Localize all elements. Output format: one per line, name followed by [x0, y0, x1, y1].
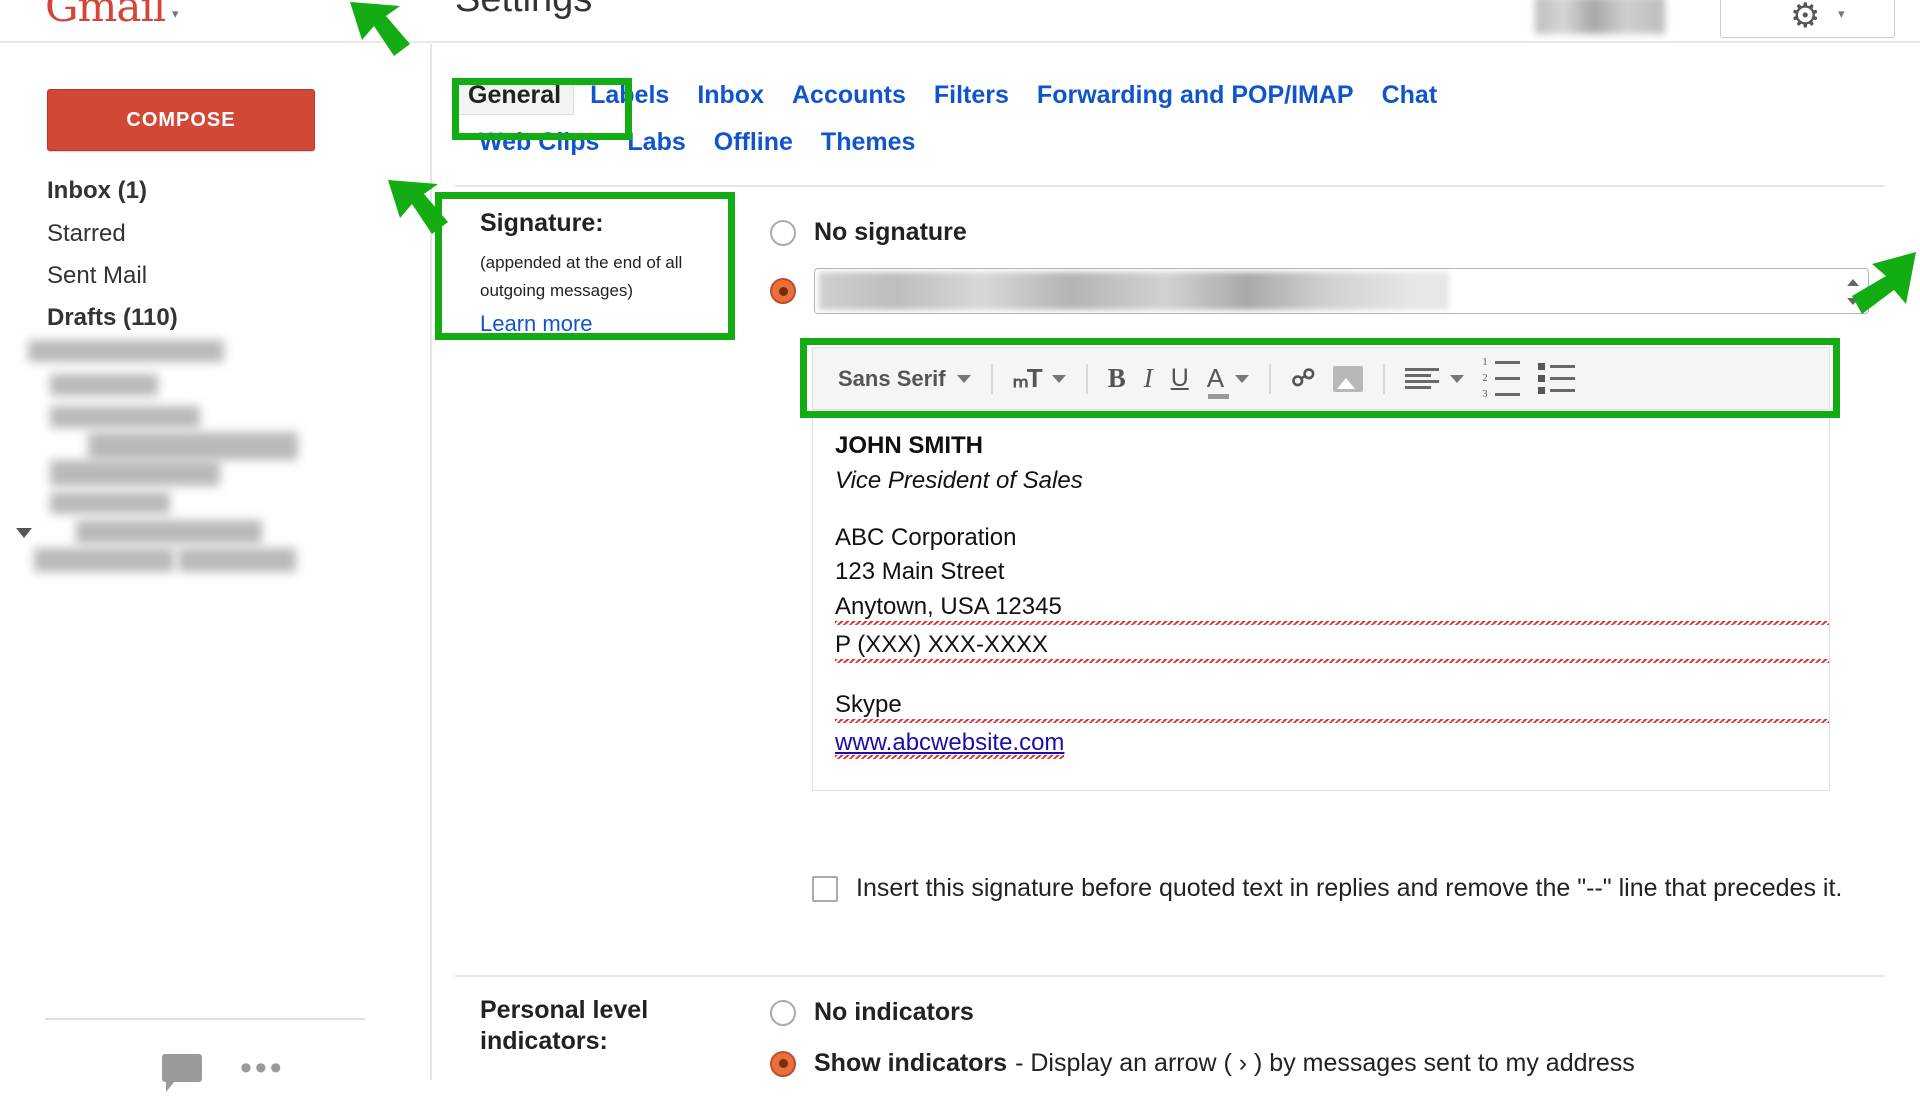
tab-labs[interactable]: Labs	[627, 128, 685, 157]
sidebar-item-sent-mail[interactable]: Sent Mail	[47, 262, 147, 290]
signature-name: JOHN SMITH	[835, 432, 984, 459]
section-divider-bottom	[455, 975, 1885, 977]
personal-level-label-line1: Personal level	[480, 996, 649, 1024]
signature-website-link[interactable]: www.abcwebsite.com	[835, 728, 1065, 759]
no-signature-radio[interactable]	[770, 219, 796, 246]
signature-content-area[interactable]: JOHN SMITH Vice President of Sales ABC C…	[812, 409, 1830, 791]
tab-inbox[interactable]: Inbox	[697, 81, 764, 110]
signature-phone: P (XXX) XXX-XXXX	[835, 630, 1829, 663]
signature-skype: Skype	[835, 690, 1829, 723]
no-indicators-option[interactable]: No indicators	[770, 998, 1635, 1027]
show-indicators-label: Show indicators	[814, 1049, 1008, 1077]
sidebar-item-inbox[interactable]: Inbox (1)	[47, 177, 147, 205]
personal-level-indicators-label-column: Personal level indicators:	[480, 995, 720, 1058]
tab-forwarding-pop-imap[interactable]: Forwarding and POP/IMAP	[1037, 81, 1354, 110]
no-signature-label: No signature	[814, 218, 967, 246]
sidebar-item-drafts[interactable]: Drafts (110)	[47, 304, 178, 332]
tab-themes[interactable]: Themes	[821, 128, 915, 157]
signature-spacer	[835, 502, 1829, 524]
sidebar-item-starred[interactable]: Starred	[47, 220, 126, 248]
app-header: Gmail ▾ Settings ⚙ ▾	[0, 0, 1920, 43]
signature-address-value-blurred	[819, 272, 1449, 310]
arrow-to-general-tab	[350, 2, 410, 56]
section-divider-top	[455, 185, 1885, 187]
page-title: Settings	[455, 0, 592, 21]
no-signature-option[interactable]: No signature	[770, 218, 967, 247]
show-indicators-description: - Display an arrow ( › ) by messages sen…	[1015, 1049, 1635, 1077]
signature-website-row: www.abcwebsite.com	[835, 728, 1829, 759]
insert-signature-before-quoted-option[interactable]: Insert this signature before quoted text…	[812, 872, 1862, 904]
settings-tabs-row-2: Web Clips Labs Offline Themes	[479, 128, 1885, 157]
personal-level-label-line2: indicators:	[480, 1027, 608, 1056]
settings-tabs: General Labels Inbox Accounts Filters Fo…	[455, 78, 1885, 157]
signature-enabled-radio[interactable]	[770, 278, 796, 304]
gear-dropdown-caret-icon[interactable]: ▾	[1838, 6, 1845, 22]
signature-address-option[interactable]	[770, 268, 1869, 314]
header-divider	[0, 41, 1920, 43]
arrow-to-signature-label	[388, 180, 448, 234]
compose-button[interactable]: COMPOSE	[47, 89, 315, 151]
show-indicators-radio[interactable]	[770, 1050, 796, 1077]
settings-tabs-row-1: General Labels Inbox Accounts Filters Fo…	[455, 78, 1885, 115]
signature-company: ABC Corporation	[835, 523, 1017, 551]
sidebar-divider	[45, 1018, 365, 1020]
sidebar: COMPOSE Inbox (1) Starred Sent Mail Draf…	[0, 44, 432, 1092]
insert-signature-before-quoted-checkbox[interactable]	[812, 876, 838, 902]
avatar[interactable]	[1535, 0, 1665, 34]
signature-address-select[interactable]	[814, 268, 1869, 314]
insert-signature-before-quoted-label: Insert this signature before quoted text…	[856, 874, 1843, 902]
signature-title: Vice President of Sales	[835, 466, 1083, 494]
tab-chat[interactable]: Chat	[1382, 81, 1438, 110]
signature-street: 123 Main Street	[835, 558, 1005, 586]
sidebar-labels-blurred[interactable]	[28, 340, 358, 590]
no-indicators-radio[interactable]	[770, 999, 796, 1026]
show-indicators-option[interactable]: Show indicators - Display an arrow ( › )…	[770, 1049, 1635, 1078]
gmail-logo[interactable]: Gmail	[45, 0, 166, 31]
gear-icon[interactable]: ⚙	[1790, 0, 1820, 36]
personal-level-indicators-options: No indicators Show indicators - Display …	[770, 998, 1635, 1100]
chat-icon[interactable]	[162, 1054, 202, 1092]
gmail-dropdown-caret-icon[interactable]: ▾	[172, 6, 179, 22]
signature-spacer	[835, 669, 1829, 691]
tab-offline[interactable]: Offline	[714, 128, 793, 157]
tab-filters[interactable]: Filters	[934, 81, 1009, 110]
arrow-to-toolbar	[1852, 252, 1916, 314]
signature-city-state-zip: Anytown, USA 12345	[835, 593, 1829, 625]
tab-accounts[interactable]: Accounts	[792, 81, 906, 110]
sidebar-expand-caret-icon[interactable]	[16, 528, 32, 538]
more-icon[interactable]: •••	[240, 1051, 285, 1085]
annotation-box-formatting-toolbar	[800, 338, 1840, 418]
annotation-box-general-tab	[452, 78, 632, 140]
no-indicators-label: No indicators	[814, 998, 974, 1026]
